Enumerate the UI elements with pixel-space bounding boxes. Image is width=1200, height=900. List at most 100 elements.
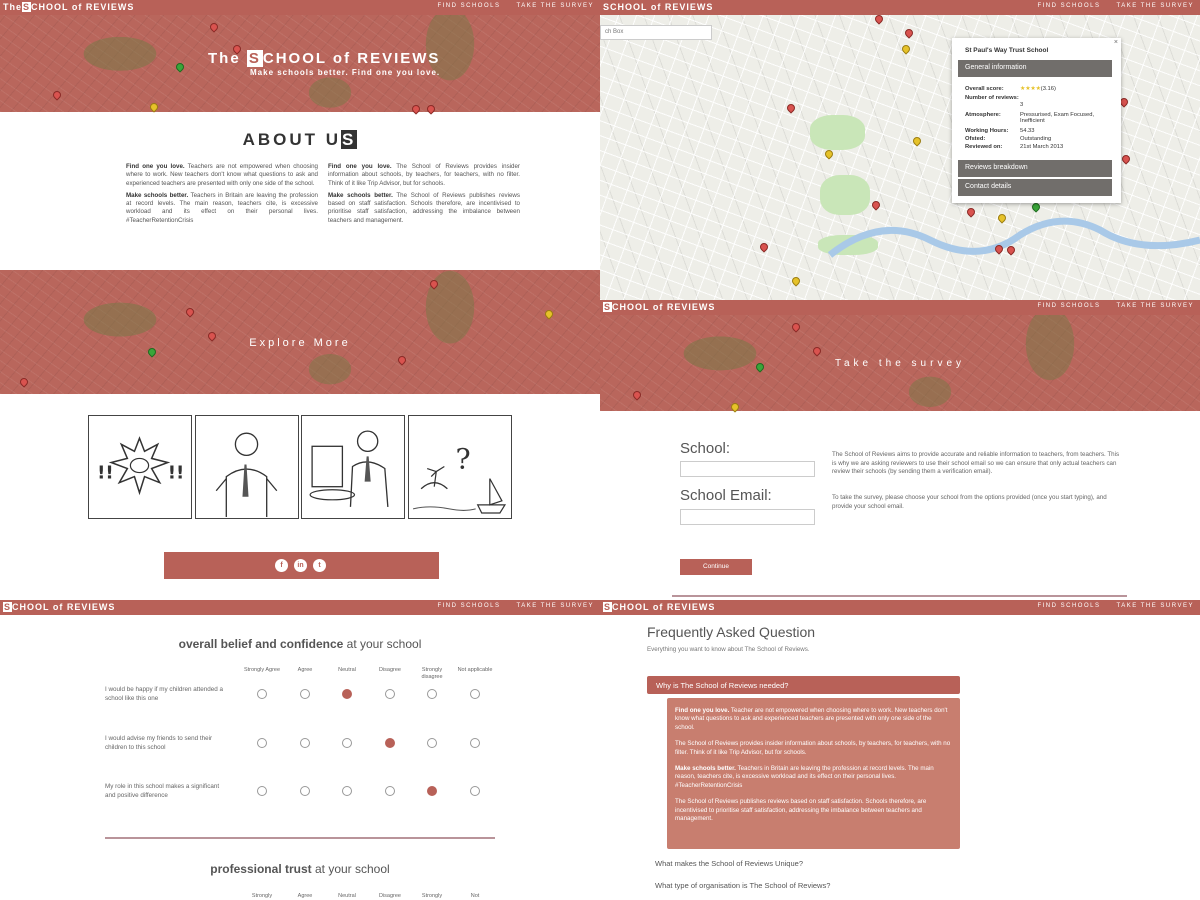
info-row-reviewed: Reviewed on: 21st March 2013 <box>965 144 1064 150</box>
brand-logo[interactable]: TheSCHOOL of REVIEWS <box>3 2 134 12</box>
tab-contact-details[interactable]: Contact details <box>958 179 1112 196</box>
top-navbar: SCHOOL of REVIEWS FIND SCHOOLS TAKE THE S… <box>0 600 600 615</box>
explore-more-link[interactable]: Explore More <box>0 337 600 349</box>
option-header: Strongly <box>421 893 443 899</box>
school-email-input[interactable] <box>680 509 815 525</box>
info-row-reviews: Number of reviews:3 <box>965 95 1024 108</box>
brand-rest: CHOOL of REVIEWS <box>31 2 135 12</box>
close-icon[interactable]: × <box>1114 39 1118 46</box>
faq-panel: SCHOOL of REVIEWS FIND SCHOOLS TAKE THE S… <box>600 600 1200 900</box>
nav-find-schools[interactable]: FIND SCHOOLS <box>437 3 500 9</box>
hero-tagline: Make schools better. Find one you love. <box>250 68 441 77</box>
brand-logo[interactable]: SCHOOL of REVIEWS <box>603 2 713 12</box>
nav-find-schools[interactable]: FIND SCHOOLS <box>1037 303 1100 309</box>
comic-panel-island-question-illustration: ? <box>408 415 512 519</box>
brand-logo[interactable]: SCHOOL of REVIEWS <box>603 602 715 612</box>
tab-reviews-breakdown[interactable]: Reviews breakdown <box>958 160 1112 177</box>
about-page-panel: TheSCHOOL of REVIEWS FIND SCHOOLS TAKE TH… <box>0 0 600 600</box>
answer-radio[interactable] <box>342 689 352 699</box>
answer-radio[interactable] <box>385 786 395 796</box>
nav-take-survey[interactable]: TAKE THE SURVEY <box>1116 303 1194 309</box>
answer-radio[interactable] <box>470 738 480 748</box>
nav-take-survey[interactable]: TAKE THE SURVEY <box>516 3 594 9</box>
take-survey-panel: SCHOOL of REVIEWS FIND SCHOOLS TAKE THE S… <box>600 300 1200 600</box>
nav-find-schools[interactable]: FIND SCHOOLS <box>437 603 500 609</box>
option-header: Agree <box>297 893 313 899</box>
top-navbar: TheSCHOOL of REVIEWS FIND SCHOOLS TAKE TH… <box>0 0 600 15</box>
option-header: Strongly <box>251 893 273 899</box>
top-navbar: SCHOOL of REVIEWS FIND SCHOOLS TAKE THE S… <box>600 300 1200 315</box>
answer-radio[interactable] <box>427 738 437 748</box>
comic-panel-shouting-illustration: !! !! <box>88 415 192 519</box>
answer-radio[interactable] <box>257 738 267 748</box>
map-pin-icon <box>18 376 30 388</box>
svg-text:!!: !! <box>168 463 185 484</box>
faq-question-expanded[interactable]: Why is The School of Reviews needed? <box>647 676 960 694</box>
map-pin-icon <box>811 345 823 357</box>
social-share-bar: f in t <box>164 552 439 579</box>
tab-general-information[interactable]: General information <box>958 60 1112 77</box>
map-pin-icon <box>729 401 741 413</box>
top-navbar: SCHOOL of REVIEWS FIND SCHOOLS TAKE THE S… <box>600 600 1200 615</box>
nav-find-schools[interactable]: FIND SCHOOLS <box>1037 603 1100 609</box>
school-label: School: <box>680 440 731 457</box>
answer-radio[interactable] <box>342 738 352 748</box>
answer-radio[interactable] <box>427 689 437 699</box>
answer-radio[interactable] <box>470 689 480 699</box>
comic-panel-stressed-teacher-illustration <box>195 415 299 519</box>
question-text: I would advise my friends to send their … <box>105 735 213 751</box>
nav-take-survey[interactable]: TAKE THE SURVEY <box>516 603 594 609</box>
survey-instructions-text: To take the survey, please choose your s… <box>832 494 1107 510</box>
option-header: Strongly Agree <box>243 667 281 673</box>
twitter-icon[interactable]: t <box>313 559 326 572</box>
info-row-ofsted: Ofsted: Outstanding <box>965 136 1052 142</box>
survey-explanation-text: The School of Reviews aims to provide ac… <box>832 451 1120 475</box>
brand-logo[interactable]: SCHOOL of REVIEWS <box>603 302 715 312</box>
nav-find-schools[interactable]: FIND SCHOOLS <box>1037 3 1100 9</box>
answer-radio[interactable] <box>385 738 395 748</box>
questionnaire-panel: SCHOOL of REVIEWS FIND SCHOOLS TAKE THE S… <box>0 600 600 900</box>
question-text: My role in this school makes a significa… <box>105 783 220 799</box>
map-search-box[interactable]: ch Box <box>600 25 712 40</box>
explore-map-banner <box>0 270 600 394</box>
answer-radio[interactable] <box>385 689 395 699</box>
question-text: I would be happy if my children attended… <box>105 686 223 702</box>
answer-radio[interactable] <box>300 786 310 796</box>
brand-prefix: The <box>3 2 23 12</box>
faq-subtitle: Everything you want to know about The Sc… <box>647 646 810 653</box>
faq-answer: Find one you love. Teacher are not empow… <box>667 698 960 849</box>
option-header: Neutral <box>338 893 356 899</box>
option-header: Not applicable <box>457 667 493 673</box>
brand-box-letter: S <box>22 2 32 12</box>
answer-radio[interactable] <box>300 689 310 699</box>
faq-title: Frequently Asked Question <box>647 624 816 640</box>
faq-question[interactable]: What makes the School of Reviews Unique? <box>655 859 803 868</box>
option-header: Disagree <box>378 893 401 899</box>
map-pin-icon <box>51 89 63 101</box>
map-pin-icon <box>543 308 555 320</box>
continue-button[interactable]: Continue <box>680 559 752 575</box>
linkedin-icon[interactable]: in <box>294 559 307 572</box>
svg-text:?: ? <box>455 443 470 476</box>
facebook-icon[interactable]: f <box>275 559 288 572</box>
nav-take-survey[interactable]: TAKE THE SURVEY <box>1116 3 1194 9</box>
option-header: Neutral <box>338 667 356 673</box>
info-row-hours: Working Hours: 54.33 <box>965 128 1035 134</box>
school-input[interactable] <box>680 461 815 477</box>
answer-radio[interactable] <box>342 786 352 796</box>
nav-take-survey[interactable]: TAKE THE SURVEY <box>1116 603 1194 609</box>
brand-logo[interactable]: SCHOOL of REVIEWS <box>3 602 115 612</box>
answer-radio[interactable] <box>300 738 310 748</box>
faq-question[interactable]: What type of organisation is The School … <box>655 881 830 890</box>
hero-title: The S CHOOL of REVIEWS <box>208 50 441 67</box>
svg-text:!!: !! <box>97 463 114 484</box>
answer-radio[interactable] <box>257 689 267 699</box>
school-info-window: × St Paul's Way Trust School General inf… <box>952 38 1121 203</box>
find-schools-map-panel: SCHOOL of REVIEWS FIND SCHOOLS TAKE THE S… <box>600 0 1200 300</box>
answer-radio[interactable] <box>470 786 480 796</box>
option-header: Not <box>470 893 480 899</box>
answer-radio[interactable] <box>257 786 267 796</box>
answer-radio[interactable] <box>427 786 437 796</box>
map-pin-icon <box>425 103 437 115</box>
top-navbar: SCHOOL of REVIEWS FIND SCHOOLS TAKE THE S… <box>600 0 1200 15</box>
